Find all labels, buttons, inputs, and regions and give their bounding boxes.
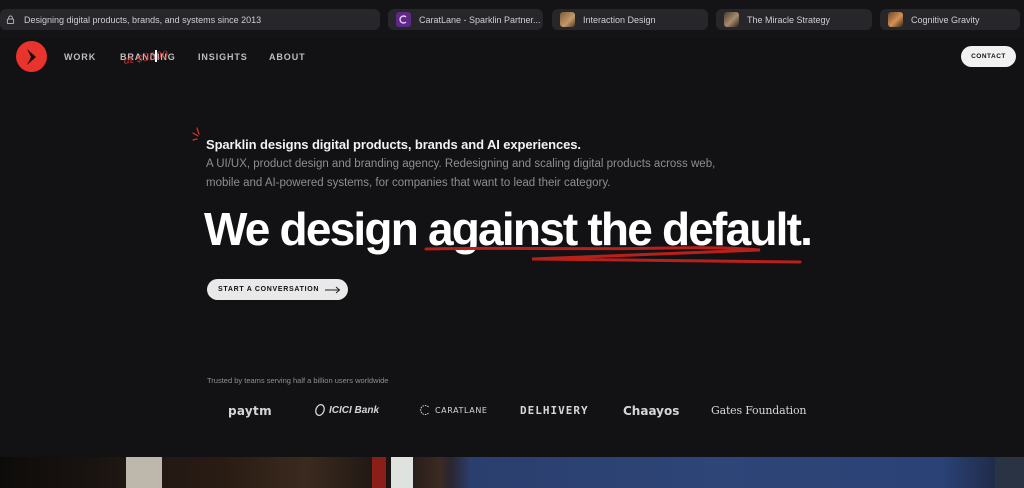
tab-cognitive-gravity[interactable]: Cognitive Gravity [880,9,1020,30]
thumbnail-favicon [724,12,739,27]
tab-interaction-design[interactable]: Interaction Design [552,9,708,30]
nav-work[interactable]: WORK [64,52,96,62]
tab-caratlane[interactable]: CaratLane - Sparklin Partner... [388,9,543,30]
chevron-right-icon [26,48,36,65]
delhivery-logo: DELHIVERY [520,404,589,417]
tab-active[interactable]: Designing digital products, brands, and … [0,9,380,30]
trusted-caption: Trusted by teams serving half a billion … [207,376,389,385]
text-cursor [155,50,157,62]
tab-miracle-strategy[interactable]: The Miracle Strategy [716,9,872,30]
tab-title: CaratLane - Sparklin Partner... [419,14,541,25]
thumbnail-favicon [560,12,575,27]
hero-lead: Sparklin designs digital products, brand… [206,137,581,152]
tab-title: Interaction Design [583,14,656,25]
nav-about[interactable]: ABOUT [269,52,306,62]
caratlane-favicon [396,12,411,27]
icici-logo: ICICI Bank [314,404,379,416]
gates-foundation-logo: Gates Foundation [711,404,807,417]
thumbnail-favicon [888,12,903,27]
lock-icon [6,15,15,24]
sparklin-logo[interactable] [16,41,47,72]
client-logos: paytm ICICI Bank CARATLANE DELHIVERY Cha… [0,402,1024,424]
underline-scribble [424,246,802,264]
icici-wordmark: ICICI Bank [329,404,380,416]
icici-mark-icon [315,404,325,416]
hero-subtitle: A UI/UX, product design and branding age… [206,158,716,189]
chaayos-logo: Chaayos [623,404,680,418]
paytm-logo: paytm [228,404,272,418]
browser-tab-strip: Designing digital products, brands, and … [0,0,1024,38]
caratlane-wordmark: CARATLANE [435,405,488,415]
cta-label: START A CONVERSATION [218,286,320,293]
caratlane-logo: CARATLANE [419,404,488,416]
start-conversation-button[interactable]: START A CONVERSATION [207,279,348,300]
arrow-right-icon [325,286,341,293]
contact-button[interactable]: CONTACT [961,46,1016,67]
tab-title: Designing digital products, brands, and … [24,14,262,25]
caratlane-mark-icon [420,405,429,415]
tab-title: Cognitive Gravity [911,14,980,25]
tab-title: The Miracle Strategy [747,14,831,25]
nav-insights[interactable]: INSIGHTS [198,52,248,62]
hero-photo-strip [0,457,1024,488]
